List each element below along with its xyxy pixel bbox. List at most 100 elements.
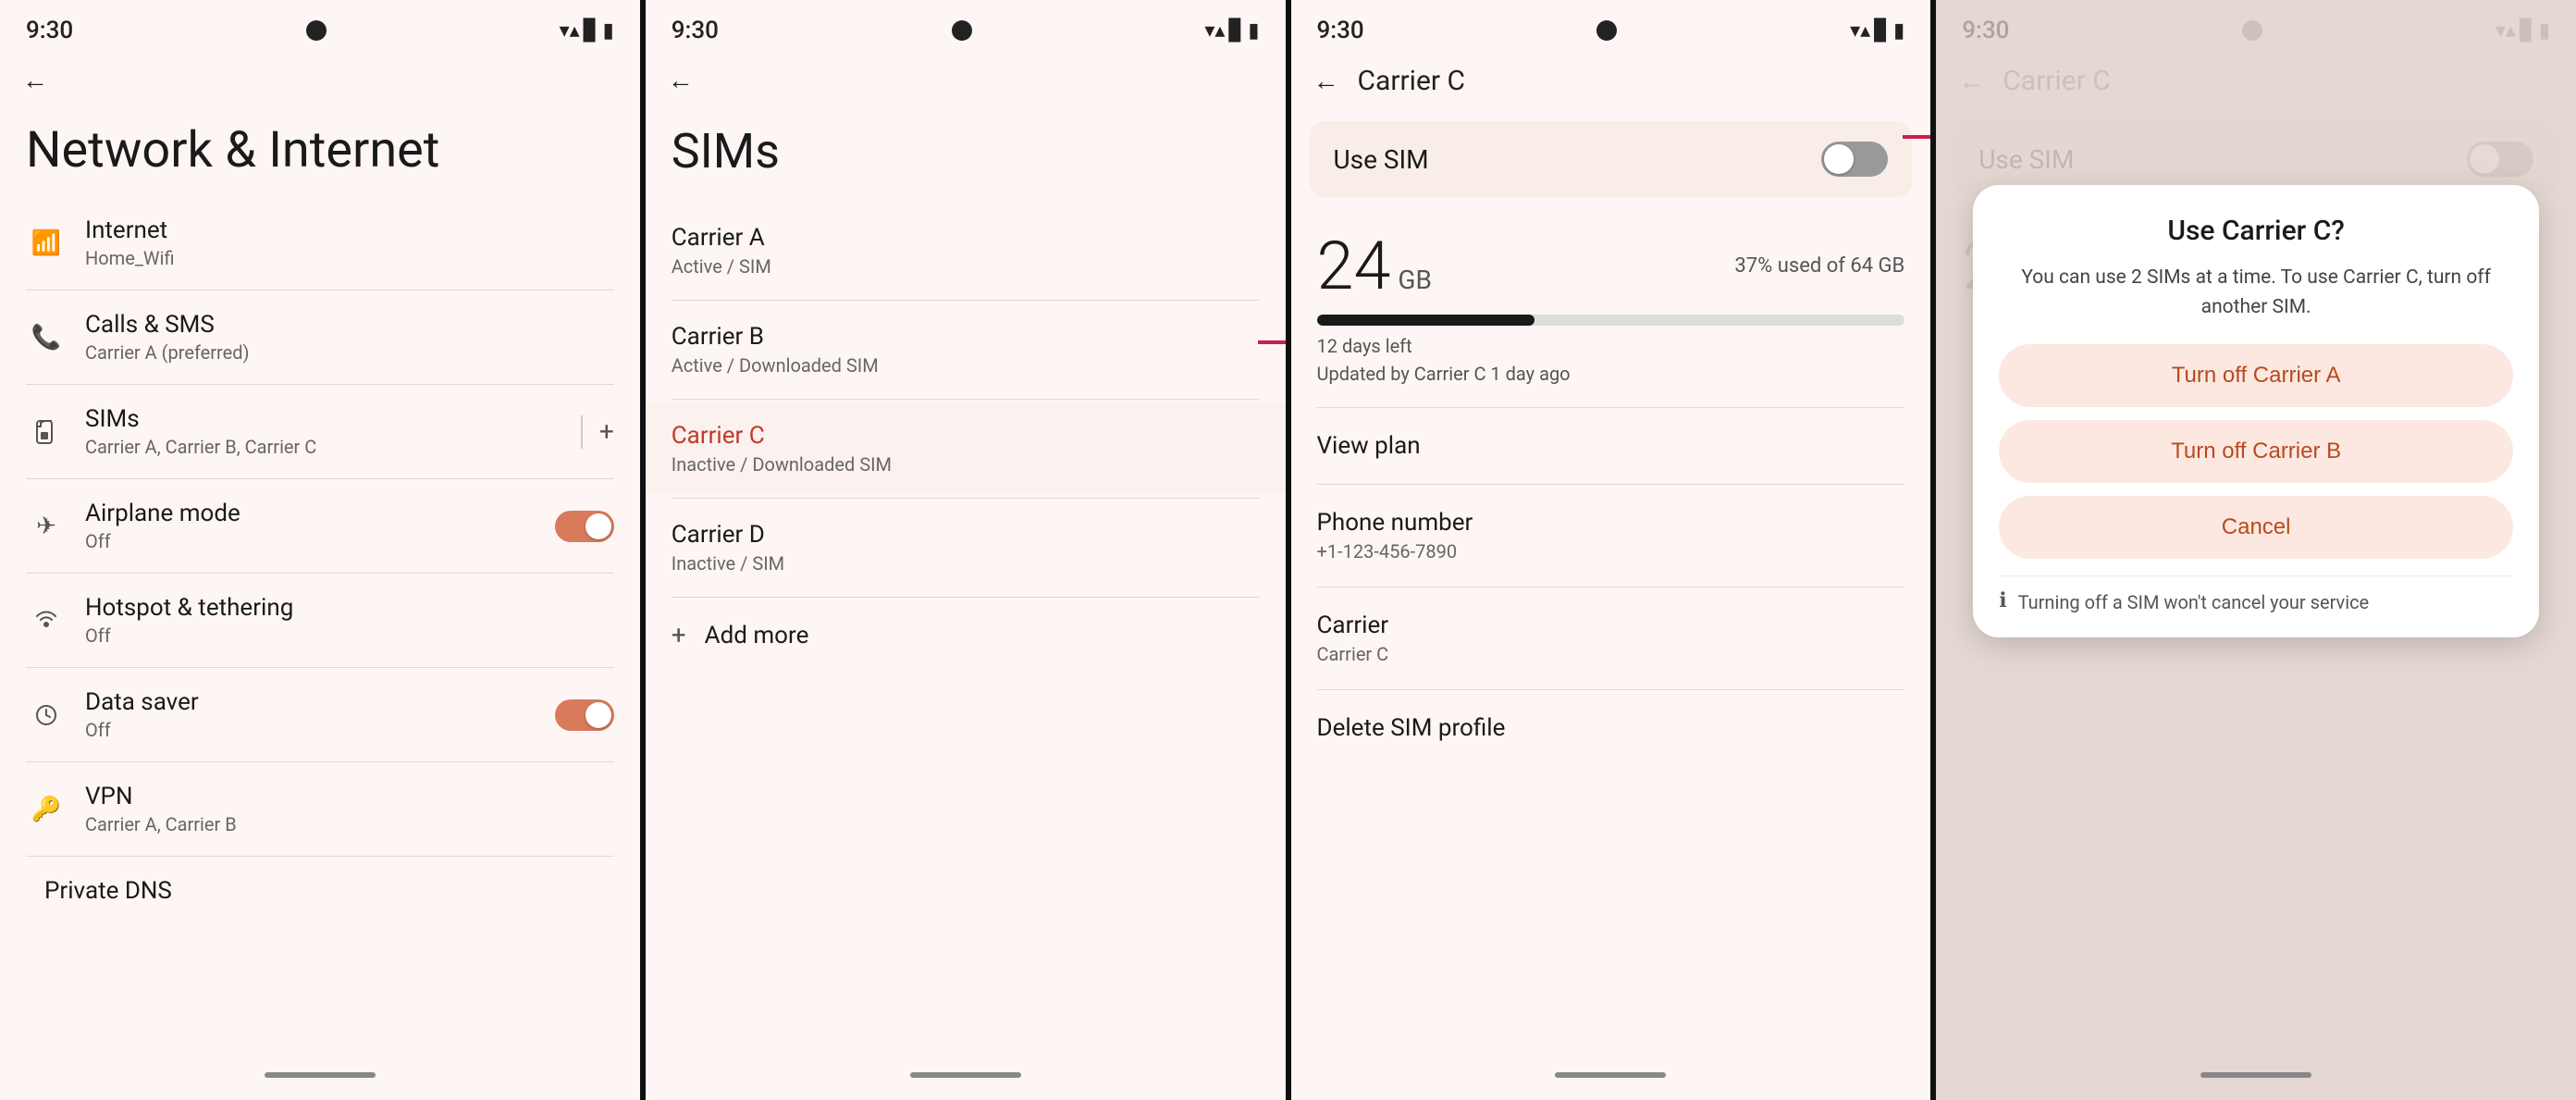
divider: [1317, 689, 1905, 690]
wifi-signal-icon: ▾▴: [560, 19, 580, 43]
vpn-label: VPN: [85, 783, 614, 810]
dialog-box: Use Carrier C? You can use 2 SIMs at a t…: [1973, 185, 2539, 637]
screen3-title: Carrier C: [1358, 65, 1466, 97]
menu-item-datasaver[interactable]: Data saver Off: [0, 672, 640, 758]
days-left: 12 days left: [1317, 335, 1905, 357]
signal-bar-icon: ▊: [584, 19, 599, 43]
signal-icons-2: ▾▴ ▊ ▮: [1204, 19, 1259, 43]
back-arrow-3[interactable]: ←: [1313, 66, 1339, 96]
carrier-item[interactable]: Carrier Carrier C: [1291, 591, 1931, 686]
divider: [26, 667, 614, 668]
hotspot-icon: [26, 600, 67, 641]
dialog-notice-text: Turning off a SIM won't cancel your serv…: [2018, 589, 2370, 615]
status-time-2: 9:30: [672, 17, 719, 44]
datasaver-toggle[interactable]: [555, 699, 614, 731]
carrier-b-name: Carrier B: [672, 323, 1260, 351]
bottom-bar-2: [910, 1072, 1021, 1078]
carrier-d-item[interactable]: Carrier D Inactive / SIM: [646, 502, 1286, 593]
view-plan-item[interactable]: View plan: [1291, 412, 1931, 480]
view-plan-label: View plan: [1317, 432, 1905, 460]
bottom-bar-3: [1555, 1072, 1666, 1078]
signal-icons-3: ▾▴ ▊ ▮: [1850, 19, 1904, 43]
dialog-notice-row: ℹ Turning off a SIM won't cancel your se…: [1999, 575, 2513, 615]
divider: [1317, 407, 1905, 408]
airplane-toggle-thumb: [585, 513, 611, 539]
menu-item-calls[interactable]: 📞 Calls & SMS Carrier A (preferred): [0, 294, 640, 380]
menu-item-airplane[interactable]: ✈ Airplane mode Off: [0, 483, 640, 569]
battery-icon-2: ▮: [1248, 19, 1259, 43]
add-more-label: Add more: [705, 622, 809, 649]
menu-item-internet[interactable]: 📶 Internet Home_Wifi: [0, 200, 640, 286]
delete-profile-label: Delete SIM profile: [1317, 714, 1905, 742]
menu-item-vpn[interactable]: 🔑 VPN Carrier A, Carrier B: [0, 766, 640, 852]
datasaver-toggle-thumb: [585, 702, 611, 728]
back-row-3[interactable]: ← Carrier C: [1291, 52, 1931, 110]
battery-icon-1: ▮: [603, 19, 614, 43]
phone-icon: 📞: [26, 317, 67, 358]
bottom-bar-4: [2200, 1072, 2311, 1078]
phone-number-item[interactable]: Phone number +1-123-456-7890: [1291, 488, 1931, 583]
phone-number-value: +1-123-456-7890: [1317, 540, 1905, 562]
vpn-icon: 🔑: [26, 789, 67, 830]
divider: [672, 597, 1260, 598]
camera-dot-2: [952, 20, 972, 41]
back-arrow-2[interactable]: ←: [668, 65, 694, 95]
back-row-1[interactable]: ←: [0, 52, 640, 108]
carrier-c-item[interactable]: Carrier C Inactive / Downloaded SIM: [646, 403, 1286, 494]
airplane-icon: ✈: [26, 506, 67, 547]
internet-label: Internet: [85, 216, 614, 244]
back-arrow-1[interactable]: ←: [22, 65, 48, 95]
divider: [1317, 484, 1905, 485]
datasaver-icon: [26, 695, 67, 735]
status-bar-1: 9:30 ▾▴ ▊ ▮: [0, 0, 640, 52]
screen2-panel: 9:30 ▾▴ ▊ ▮ ← SIMs Carrier A Active / SI…: [646, 0, 1286, 1100]
use-sim-toggle[interactable]: [1821, 142, 1888, 177]
status-time-3: 9:30: [1317, 17, 1364, 44]
turn-off-carrier-a-button[interactable]: Turn off Carrier A: [1999, 344, 2513, 407]
carrier-c-status: Inactive / Downloaded SIM: [672, 453, 1260, 476]
status-bar-2: 9:30 ▾▴ ▊ ▮: [646, 0, 1286, 52]
back-row-2[interactable]: ←: [646, 52, 1286, 108]
delete-profile-item[interactable]: Delete SIM profile: [1291, 694, 1931, 762]
turn-off-carrier-b-button[interactable]: Turn off Carrier B: [1999, 420, 2513, 483]
carrier-d-status: Inactive / SIM: [672, 552, 1260, 575]
sims-page-title: SIMs: [646, 108, 1286, 205]
sims-divider: [581, 415, 583, 449]
menu-item-hotspot[interactable]: Hotspot & tethering Off: [0, 577, 640, 663]
dialog-description: You can use 2 SIMs at a time. To use Car…: [1999, 264, 2513, 322]
carrier-a-item[interactable]: Carrier A Active / SIM: [646, 205, 1286, 296]
cancel-button[interactable]: Cancel: [1999, 496, 2513, 559]
screen4-panel: 9:30 ▾▴ ▊ ▮ ← Carrier C Use SIM 24 GB: [1936, 0, 2576, 1100]
airplane-label: Airplane mode: [85, 500, 555, 527]
menu-item-sims[interactable]: SIMs Carrier A, Carrier B, Carrier C +: [0, 389, 640, 475]
data-unit: GB: [1398, 265, 1432, 295]
data-percent: 37% used of 64 GB: [1734, 254, 1904, 278]
calls-sublabel: Carrier A (preferred): [85, 341, 614, 364]
camera-dot-3: [1596, 20, 1617, 41]
divider: [26, 761, 614, 762]
use-sim-toggle-thumb: [1824, 144, 1854, 174]
add-sim-icon[interactable]: +: [599, 416, 614, 447]
vpn-sublabel: Carrier A, Carrier B: [85, 813, 614, 835]
add-more-row[interactable]: + Add more: [646, 601, 1286, 669]
use-sim-row[interactable]: Use SIM: [1310, 121, 1913, 197]
divider: [26, 856, 614, 857]
airplane-toggle[interactable]: [555, 511, 614, 542]
carrier-b-item[interactable]: Carrier B Active / Downloaded SIM: [646, 304, 1286, 395]
menu-item-privatedns[interactable]: Private DNS: [0, 860, 640, 921]
battery-icon-3: ▮: [1893, 19, 1904, 43]
internet-sublabel: Home_Wifi: [85, 247, 614, 269]
carrier-d-name: Carrier D: [672, 521, 1260, 549]
camera-dot-1: [306, 20, 327, 41]
divider: [26, 478, 614, 479]
signal-icons-1: ▾▴ ▊ ▮: [560, 19, 614, 43]
wifi-icon: 📶: [26, 223, 67, 264]
divider: [26, 573, 614, 574]
airplane-sublabel: Off: [85, 530, 555, 552]
divider: [672, 399, 1260, 400]
sims-label: SIMs: [85, 405, 573, 433]
screen3-panel: 9:30 ▾▴ ▊ ▮ ← Carrier C Use SIM 24 GB 37…: [1291, 0, 1931, 1100]
wifi-signal-icon-3: ▾▴: [1850, 19, 1870, 43]
carrier-label: Carrier: [1317, 612, 1905, 639]
screen1-panel: 9:30 ▾▴ ▊ ▮ ← Network & Internet 📶 Inter…: [0, 0, 640, 1100]
